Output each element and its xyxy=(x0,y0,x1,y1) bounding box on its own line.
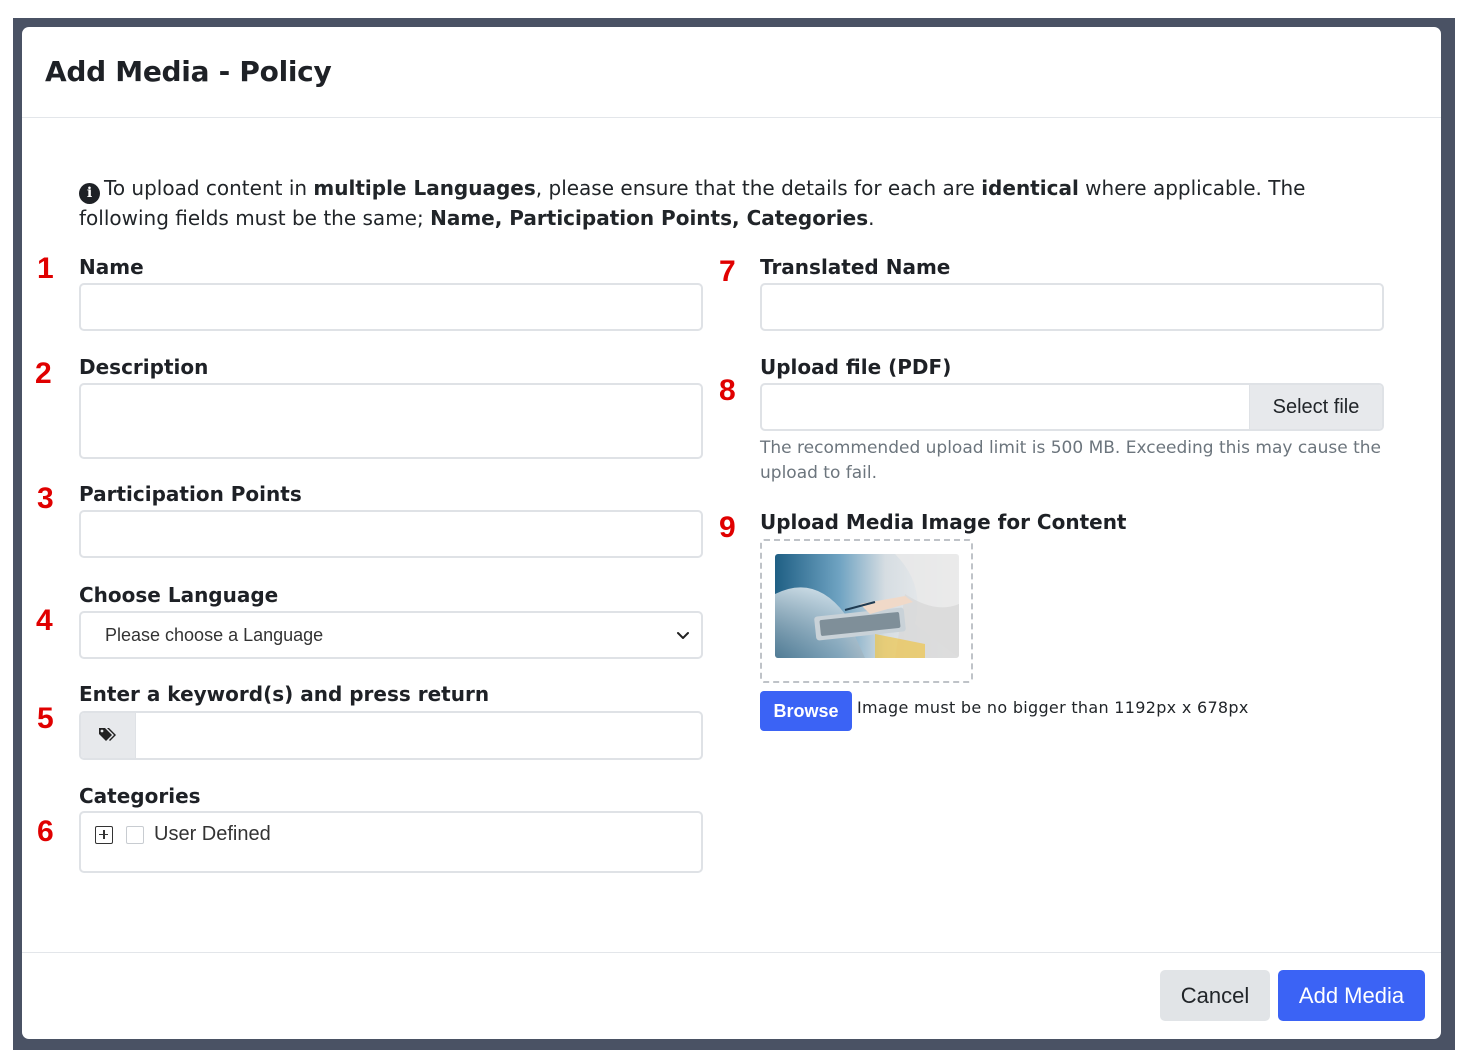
category-label: User Defined xyxy=(154,823,271,845)
step-marker-9: 9 xyxy=(719,511,736,544)
notice-emphasis: identical xyxy=(981,176,1079,200)
modal-footer-divider xyxy=(22,952,1441,953)
step-marker-2: 2 xyxy=(35,357,52,390)
notice-text: . xyxy=(868,206,875,230)
add-media-button[interactable]: Add Media xyxy=(1278,970,1425,1021)
modal-header: Add Media - Policy xyxy=(22,27,1441,118)
media-image-label: Upload Media Image for Content xyxy=(760,510,1127,534)
upload-limit-help: The recommended upload limit is 500 MB. … xyxy=(760,438,1381,483)
category-item: User Defined xyxy=(95,823,271,846)
step-marker-7: 7 xyxy=(719,255,736,288)
translated-name-input[interactable] xyxy=(760,283,1384,331)
media-image-preview xyxy=(775,554,959,658)
keywords-label: Enter a keyword(s) and press return xyxy=(79,682,490,706)
notice-emphasis: multiple Languages xyxy=(313,176,536,200)
chevron-down-icon xyxy=(677,632,689,639)
step-marker-3: 3 xyxy=(37,482,54,515)
step-marker-1: 1 xyxy=(37,252,54,285)
participation-points-input[interactable] xyxy=(79,510,703,558)
description-textarea[interactable] xyxy=(79,383,703,459)
participation-points-label: Participation Points xyxy=(79,482,302,506)
notice-text: , please ensure that the details for eac… xyxy=(535,176,982,200)
keywords-addon xyxy=(81,713,136,758)
info-icon: i xyxy=(79,183,100,204)
cancel-button[interactable]: Cancel xyxy=(1160,970,1270,1021)
browse-button[interactable]: Browse xyxy=(760,691,852,731)
language-select-value: Please choose a Language xyxy=(105,625,324,645)
add-media-modal: Add Media - Policy i To upload content in… xyxy=(22,27,1441,1039)
name-label: Name xyxy=(79,255,144,279)
modal-title: Add Media - Policy xyxy=(45,55,332,88)
step-marker-8: 8 xyxy=(719,374,736,407)
multi-language-notice: i To upload content in multiple Languages… xyxy=(79,174,1339,232)
keywords-input[interactable] xyxy=(79,711,703,760)
notice-text: To upload content in xyxy=(104,176,314,200)
upload-file-label: Upload file (PDF) xyxy=(760,355,952,379)
category-checkbox[interactable] xyxy=(126,825,144,844)
step-marker-4: 4 xyxy=(36,604,53,637)
language-label: Choose Language xyxy=(79,583,279,607)
expand-plus-icon[interactable] xyxy=(95,825,113,844)
step-marker-5: 5 xyxy=(37,702,54,735)
translated-name-label: Translated Name xyxy=(760,255,951,279)
language-select[interactable]: Please choose a Language xyxy=(79,611,703,659)
categories-label: Categories xyxy=(79,784,201,808)
image-size-note: Image must be no bigger than 1192px x 67… xyxy=(857,698,1249,717)
step-marker-6: 6 xyxy=(37,815,54,848)
categories-tree: User Defined xyxy=(79,811,703,873)
media-image-dropzone[interactable] xyxy=(760,539,973,683)
select-file-button[interactable]: Select file xyxy=(1249,385,1382,429)
upload-file-input[interactable]: Select file xyxy=(760,383,1384,431)
description-label: Description xyxy=(79,355,209,379)
name-input[interactable] xyxy=(79,283,703,331)
tags-icon xyxy=(99,728,116,741)
notice-emphasis: Name, Participation Points, Categories xyxy=(430,206,869,230)
